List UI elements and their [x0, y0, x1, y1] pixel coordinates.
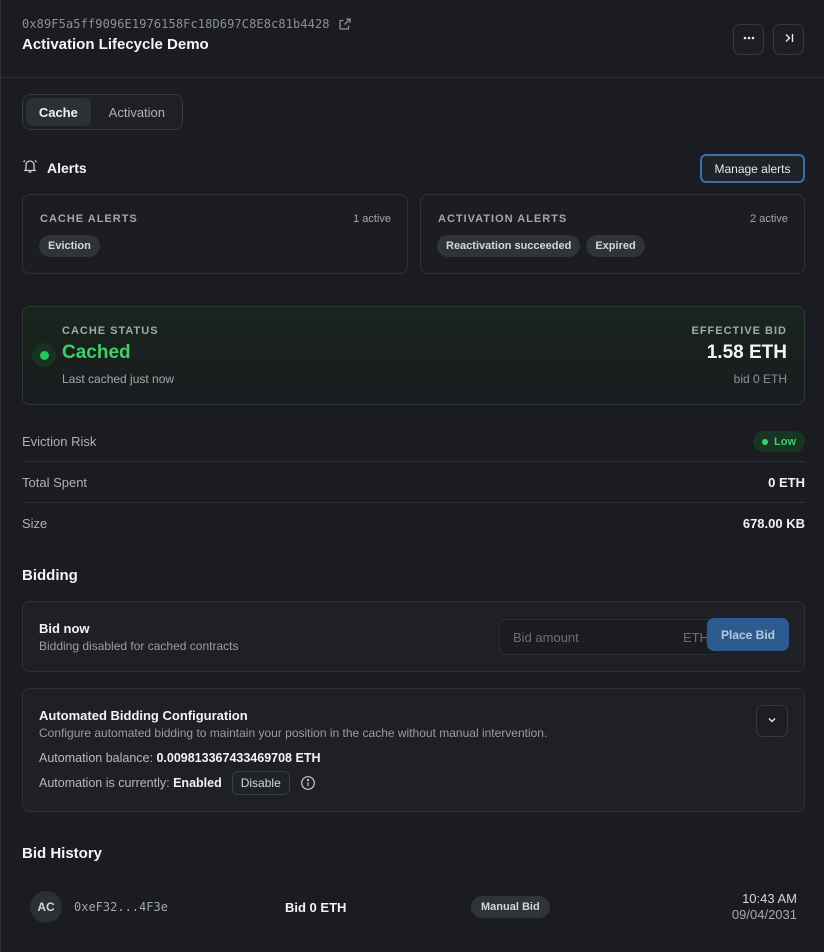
chevron-down-icon	[766, 714, 778, 729]
manage-alerts-button[interactable]: Manage alerts	[700, 154, 805, 183]
cache-status-sub: Last cached just now	[62, 372, 175, 386]
header: 0x89F5a5ff9096E1976158Fc18D697C8E8c81b44…	[1, 0, 824, 78]
effective-bid-label: EFFECTIVE BID	[691, 325, 787, 337]
automation-card: Automated Bidding Configuration Configur…	[22, 688, 805, 812]
automation-state-row: Automation is currently: Enabled Disable	[39, 771, 316, 795]
bid-now-title: Bid now	[39, 621, 90, 636]
tab-bar: Cache Activation	[22, 94, 183, 130]
total-spent-value: 0 ETH	[768, 475, 805, 490]
automation-state: Automation is currently: Enabled	[39, 776, 222, 790]
bidder-address: 0xeF32...4F3e	[74, 900, 168, 914]
automation-state-label: Automation is currently:	[39, 776, 170, 790]
total-spent-label: Total Spent	[22, 475, 88, 490]
size-row: Size 678.00 KB	[22, 503, 805, 543]
bid-now-sub: Bidding disabled for cached contracts	[39, 639, 239, 653]
total-spent-row: Total Spent 0 ETH	[22, 463, 805, 503]
avatar: AC	[30, 891, 62, 923]
bid-date: 09/04/2031	[731, 907, 797, 922]
contract-address: 0x89F5a5ff9096E1976158Fc18D697C8E8c81b44…	[22, 17, 330, 31]
bid-history-title: Bid History	[22, 845, 103, 862]
collapse-panel-button[interactable]	[773, 24, 804, 55]
contract-address-row: 0x89F5a5ff9096E1976158Fc18D697C8E8c81b44…	[22, 17, 352, 31]
cache-alerts-card: CACHE ALERTS 1 active Eviction	[22, 194, 408, 274]
activation-alerts-card: ACTIVATION ALERTS 2 active Reactivation …	[420, 194, 805, 274]
info-icon[interactable]	[300, 775, 316, 791]
automation-title: Automated Bidding Configuration	[39, 708, 248, 723]
size-value: 678.00 KB	[742, 515, 805, 531]
activation-alerts-count: 2 active	[750, 213, 788, 225]
collapse-panel-icon	[782, 31, 796, 48]
expand-automation-button[interactable]	[756, 705, 788, 737]
cache-alerts-label: CACHE ALERTS	[40, 213, 138, 225]
bid-now-card: Bid now Bidding disabled for cached cont…	[22, 601, 805, 672]
disable-automation-button[interactable]: Disable	[231, 771, 290, 795]
bidding-section-title: Bidding	[22, 567, 78, 584]
external-link-icon[interactable]	[338, 17, 352, 31]
effective-bid-sub: bid 0 ETH	[733, 372, 787, 386]
eviction-risk-label: Eviction Risk	[22, 434, 97, 449]
automation-state-value: Enabled	[173, 776, 222, 790]
risk-dot-icon	[762, 438, 768, 445]
eviction-risk-badge: Low	[753, 431, 805, 452]
bid-history-row: AC 0xeF32...4F3e Bid 0 ETH Manual Bid 10…	[22, 888, 805, 928]
alerts-title: Alerts	[47, 159, 87, 176]
automation-sub: Configure automated bidding to maintain …	[39, 726, 548, 740]
alert-chip-eviction: Eviction	[39, 235, 100, 257]
bid-amount-input[interactable]: Bid amount ETH	[499, 619, 722, 655]
eviction-risk-row: Eviction Risk Low	[22, 422, 805, 462]
alerts-header: Alerts	[22, 158, 87, 177]
eviction-risk-value: Low	[774, 435, 796, 448]
status-indicator	[32, 343, 56, 367]
bid-timestamp: 10:43 AM 09/04/2031	[732, 891, 797, 923]
automation-balance: Automation balance: 0.009813367433469708…	[39, 751, 321, 765]
activation-alerts-label: ACTIVATION ALERTS	[438, 213, 568, 225]
cache-status-value: Cached	[62, 342, 131, 363]
bid-time: 10:43 AM	[742, 891, 797, 906]
page-title: Activation Lifecycle Demo	[22, 36, 209, 53]
bid-amount-unit: ETH	[683, 630, 709, 645]
cache-status-label: CACHE STATUS	[62, 325, 159, 337]
bid-amount: Bid 0 ETH	[285, 900, 347, 915]
tab-activation[interactable]: Activation	[95, 98, 179, 126]
more-options-button[interactable]	[733, 24, 764, 55]
tab-cache[interactable]: Cache	[26, 98, 91, 126]
effective-bid-value: 1.58 ETH	[706, 342, 787, 363]
more-horizontal-icon	[742, 31, 756, 48]
place-bid-button[interactable]: Place Bid	[707, 618, 789, 651]
automation-balance-value: 0.009813367433469708 ETH	[156, 751, 321, 765]
alert-chip-reactivation: Reactivation succeeded	[437, 235, 581, 257]
alert-chip-expired: Expired	[586, 235, 645, 257]
status-dot-icon	[39, 350, 49, 360]
bell-icon	[22, 158, 38, 177]
bid-type-badge: Manual Bid	[471, 896, 550, 918]
cache-status-card: CACHE STATUS Cached Last cached just now…	[22, 306, 805, 405]
cache-alerts-count: 1 active	[353, 213, 391, 225]
bid-amount-placeholder: Bid amount	[513, 630, 579, 645]
automation-balance-label: Automation balance:	[39, 751, 153, 765]
size-label: Size	[22, 515, 48, 531]
